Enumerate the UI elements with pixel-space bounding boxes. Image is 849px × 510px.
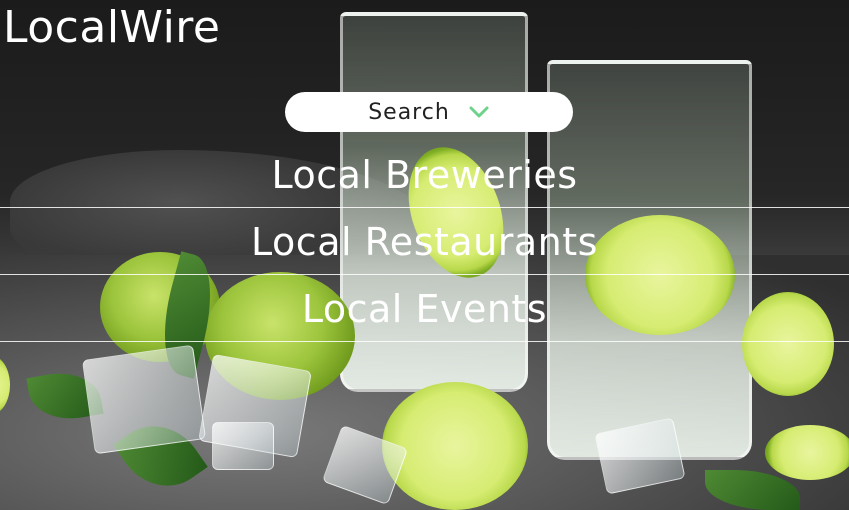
site-logo[interactable]: LocalWire — [3, 2, 221, 54]
search-dropdown[interactable]: Search — [285, 92, 573, 132]
lime-slice — [382, 382, 528, 510]
ice-cube — [81, 344, 207, 455]
nav-item-local-events[interactable]: Local Events — [0, 276, 849, 342]
nav-item-local-restaurants[interactable]: Local Restaurants — [0, 209, 849, 275]
lime-slice — [765, 425, 849, 480]
ice-cube — [212, 422, 274, 470]
search-label: Search — [368, 99, 450, 125]
chevron-down-icon — [468, 104, 490, 120]
nav-item-local-breweries[interactable]: Local Breweries — [0, 142, 849, 208]
